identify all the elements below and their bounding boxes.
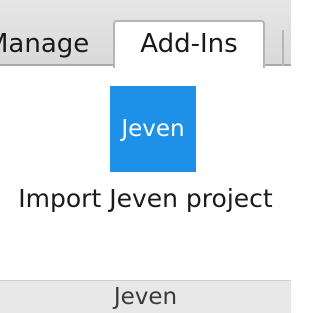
tab-add-ins[interactable]: Add-Ins [113,20,265,68]
ribbon-group-label: Jeven [0,280,291,313]
import-jeven-project-button[interactable]: Jeven Import Jeven project [0,66,291,216]
tab-manage[interactable]: Manage [0,22,98,66]
import-jeven-project-label: Import Jeven project [18,184,273,213]
ribbon-body: Jeven Import Jeven project [0,66,291,280]
ribbon-tab-strip: Manage Add-Ins [0,0,291,68]
tab-manage-label: Manage [0,29,90,59]
ribbon-panel: Manage Add-Ins Jeven Import Jeven projec… [0,0,291,313]
tab-add-ins-label: Add-Ins [140,29,238,59]
tab-separator [282,30,284,66]
jeven-icon: Jeven [110,86,196,172]
